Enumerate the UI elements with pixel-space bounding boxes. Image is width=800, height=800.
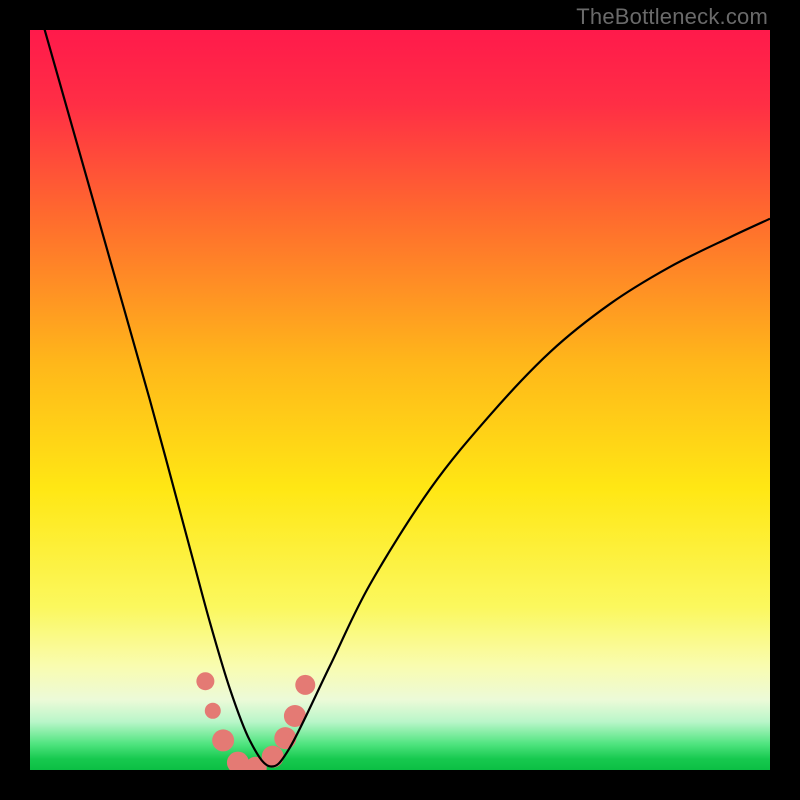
- marker-dot: [196, 672, 214, 690]
- watermark-text: TheBottleneck.com: [576, 4, 768, 30]
- marker-dot: [295, 675, 315, 695]
- marker-dot: [274, 727, 296, 749]
- plot-area: [30, 30, 770, 770]
- marker-dots: [196, 672, 315, 770]
- marker-dot: [205, 703, 221, 719]
- chart-frame: TheBottleneck.com: [0, 0, 800, 800]
- bottleneck-curve: [30, 30, 770, 767]
- curve-layer: [30, 30, 770, 770]
- marker-dot: [212, 729, 234, 751]
